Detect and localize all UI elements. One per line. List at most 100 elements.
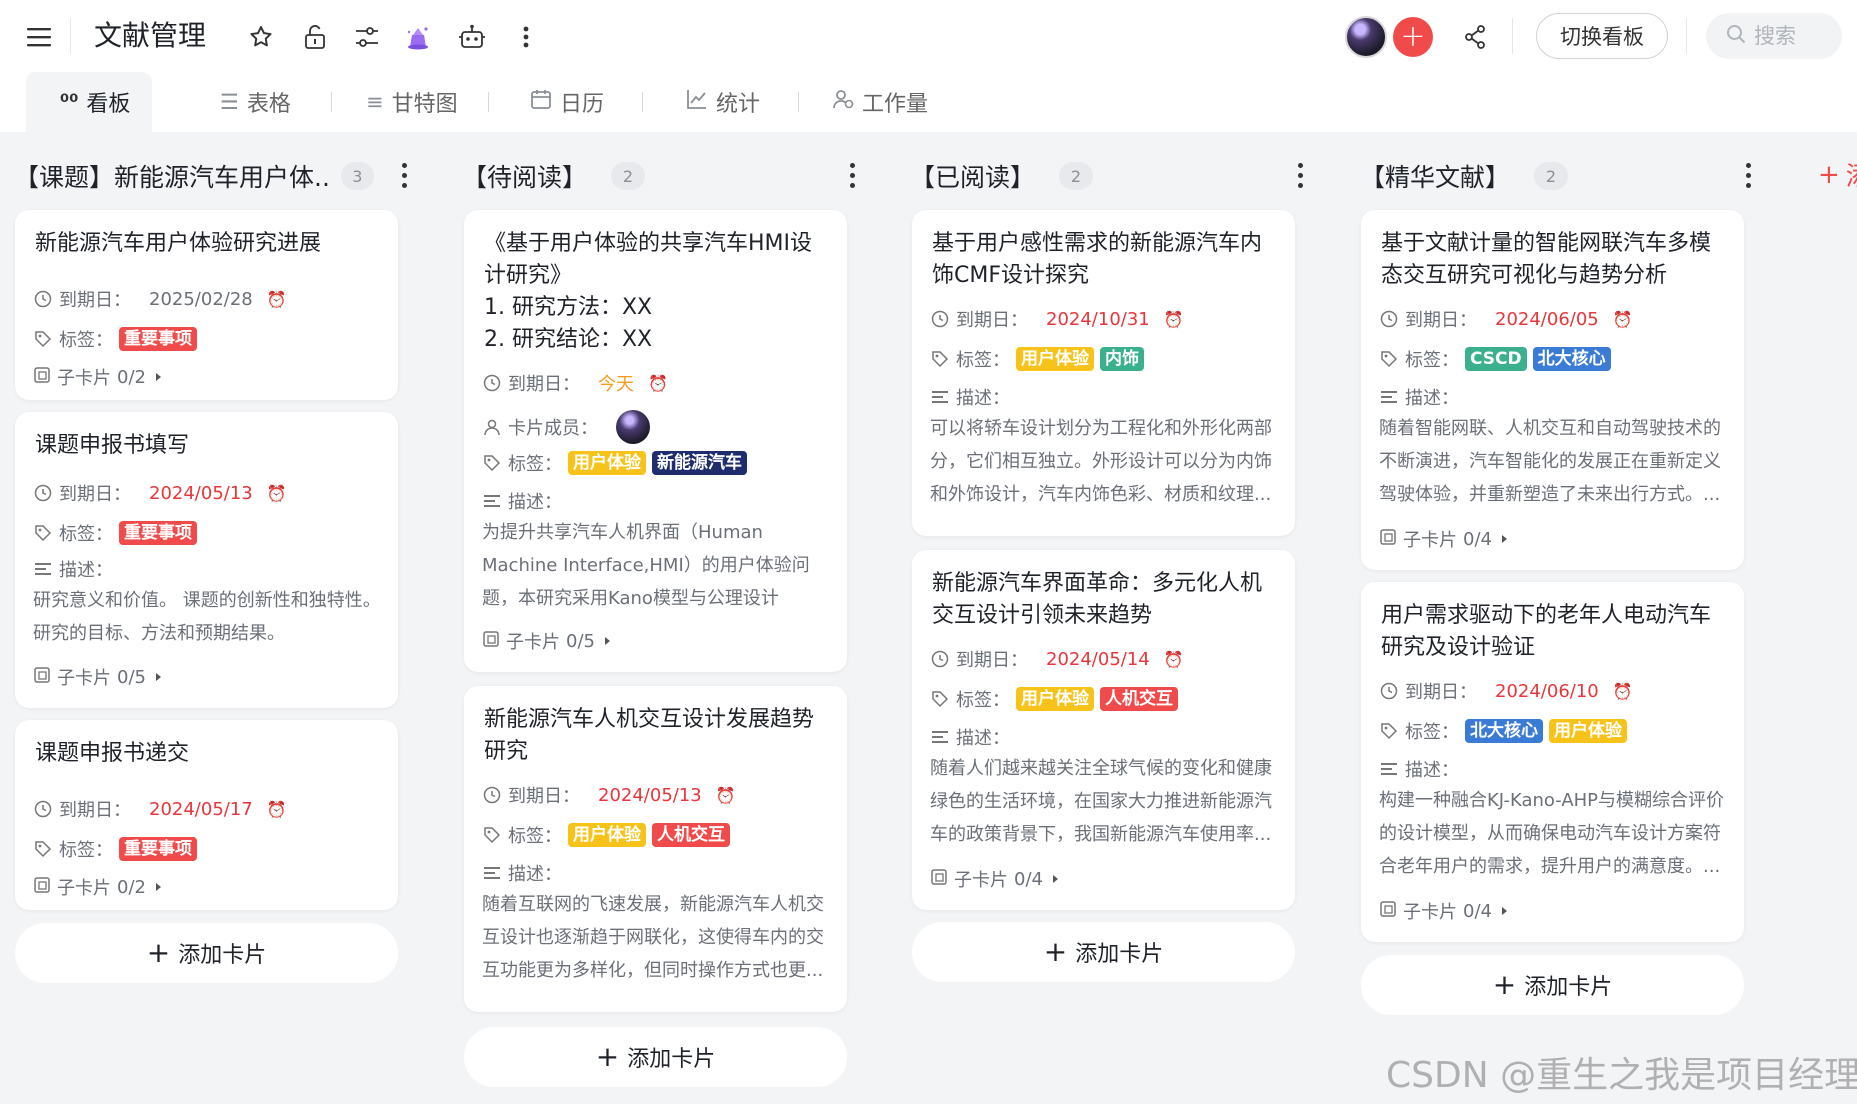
column-menu-button[interactable]: [1290, 160, 1310, 190]
more-vertical-icon[interactable]: [514, 22, 538, 52]
subcard-row[interactable]: 子卡片 0/5: [482, 628, 610, 654]
desc-label: 描述：: [508, 492, 562, 513]
clock-icon: [1379, 681, 1399, 701]
subcard-row[interactable]: 子卡片 0/2: [33, 874, 161, 900]
tag-badge: 重要事项: [119, 521, 197, 545]
add-member-button[interactable]: +: [1393, 17, 1433, 57]
column-menu-button[interactable]: [842, 160, 862, 190]
card-title: 新能源汽车人机交互设计发展趋势研究: [484, 707, 815, 764]
alarm-icon[interactable]: ⏰: [267, 290, 287, 309]
due-row: 到期日： 2024/06/05 ⏰: [1379, 306, 1730, 332]
desc-label: 描述：: [1405, 760, 1459, 781]
member-avatar[interactable]: [616, 410, 650, 444]
due-date[interactable]: 2024/06/05: [1495, 309, 1599, 330]
tab-table[interactable]: ☰ 表格: [220, 72, 291, 132]
tab-statistics[interactable]: 统计: [686, 72, 760, 132]
tag-icon: [33, 329, 53, 349]
add-card-button[interactable]: + 添加卡片: [1361, 955, 1744, 1015]
tags-row: 标签： 北大核心 用户体验: [1379, 718, 1730, 744]
tab-workload[interactable]: 工作量: [832, 72, 928, 132]
column-header[interactable]: 【精华文献】 2: [1360, 156, 1600, 196]
alarm-icon[interactable]: ⏰: [267, 800, 287, 819]
switch-board-button[interactable]: 切换看板: [1536, 13, 1668, 59]
tag-badge: 用户体验: [568, 451, 646, 475]
column-menu-button[interactable]: [394, 160, 414, 190]
clock-icon: [33, 483, 53, 503]
add-card-button[interactable]: + 添加卡片: [464, 1027, 847, 1087]
star-icon[interactable]: [246, 22, 276, 52]
tab-label: 日历: [560, 92, 605, 117]
desc-row: 描述：: [1379, 384, 1730, 410]
tag-icon: [33, 523, 53, 543]
sliders-icon[interactable]: [352, 22, 382, 52]
due-date[interactable]: 2024/05/17: [149, 799, 253, 820]
tab-calendar[interactable]: 日历: [530, 72, 604, 132]
due-date[interactable]: 2024/05/14: [1046, 649, 1150, 670]
subcard-icon: [33, 876, 51, 899]
subcard-row[interactable]: 子卡片 0/2: [33, 364, 161, 390]
subcard-row[interactable]: 子卡片 0/4: [930, 866, 1058, 892]
kanban-card[interactable]: 课题申报书填写 到期日： 2024/05/13 ⏰ 标签： 重要事项 描述： 研…: [15, 412, 398, 708]
alarm-icon[interactable]: ⏰: [1164, 650, 1184, 669]
alarm-icon[interactable]: ⏰: [1613, 310, 1633, 329]
kanban-card[interactable]: 基于用户感性需求的新能源汽车内饰CMF设计探究 到期日： 2024/10/31 …: [912, 210, 1295, 536]
clock-icon: [930, 649, 950, 669]
column-header[interactable]: 【待阅读】 2: [462, 156, 702, 196]
robot-icon[interactable]: [457, 22, 487, 52]
share-icon[interactable]: [1460, 22, 1490, 52]
due-date[interactable]: 2024/05/13: [149, 483, 253, 504]
subcard-row[interactable]: 子卡片 0/5: [33, 664, 161, 690]
tag-badge: 用户体验: [1016, 347, 1094, 371]
alarm-icon[interactable]: ⏰: [1613, 682, 1633, 701]
kanban-card[interactable]: 《基于用户体验的共享汽车HMI设计研究》 1. 研究方法：XX 2. 研究结论：…: [464, 210, 847, 672]
alarm-icon[interactable]: ⏰: [716, 786, 736, 805]
due-label: 到期日：: [59, 484, 131, 505]
search-input[interactable]: [1754, 24, 1834, 48]
tab-divider: [798, 92, 799, 112]
column-header[interactable]: 【课题】新能源汽车用户体... 3: [14, 156, 374, 196]
due-date[interactable]: 2025/02/28: [149, 289, 253, 310]
expand-arrow-icon: [155, 883, 161, 891]
tab-divider: [642, 92, 643, 112]
kanban-card[interactable]: 用户需求驱动下的老年人电动汽车研究及设计验证 到期日： 2024/06/10 ⏰…: [1361, 582, 1744, 942]
column-count-badge: 2: [1059, 162, 1094, 190]
tab-kanban[interactable]: ⁰⁰ 看板: [26, 72, 153, 132]
subcard-label: 子卡片: [57, 368, 111, 389]
add-card-button[interactable]: + 添加卡片: [15, 923, 398, 983]
search-box[interactable]: [1706, 13, 1842, 59]
alarm-icon[interactable]: ⏰: [267, 484, 287, 503]
due-row: 到期日： 2024/10/31 ⏰: [930, 306, 1281, 332]
card-title: 《基于用户体验的共享汽车HMI设计研究》: [484, 231, 813, 288]
plus-icon: +: [595, 1040, 620, 1073]
card-description: 随着互联网的飞速发展，新能源汽车人机交互设计也逐渐趋于网联化，这使得车内的交互功…: [482, 894, 824, 981]
kanban-card[interactable]: 新能源汽车人机交互设计发展趋势研究 到期日： 2024/05/13 ⏰ 标签： …: [464, 686, 847, 1012]
column-menu-button[interactable]: [1738, 160, 1758, 190]
kanban-card[interactable]: 新能源汽车界面革命：多元化人机交互设计引领未来趋势 到期日： 2024/05/1…: [912, 550, 1295, 910]
kanban-card[interactable]: 课题申报书递交 到期日： 2024/05/17 ⏰ 标签： 重要事项 子卡片 0…: [15, 720, 398, 910]
tags-label: 标签：: [59, 330, 113, 351]
alarm-icon[interactable]: ⏰: [1164, 310, 1184, 329]
subcard-icon: [482, 630, 500, 653]
card-title: 课题申报书递交: [35, 741, 190, 766]
user-avatar[interactable]: [1345, 16, 1387, 58]
due-label: 到期日：: [59, 800, 131, 821]
kanban-card[interactable]: 新能源汽车用户体验研究进展 到期日： 2025/02/28 ⏰ 标签： 重要事项…: [15, 210, 398, 400]
menu-icon[interactable]: [24, 22, 54, 52]
subcard-icon: [33, 366, 51, 389]
magic-hat-icon[interactable]: [403, 22, 433, 52]
due-date[interactable]: 今天: [598, 370, 634, 396]
kanban-card[interactable]: 基于文献计量的智能网联汽车多模态交互研究可视化与趋势分析 到期日： 2024/0…: [1361, 210, 1744, 570]
add-column-button[interactable]: + 添: [1818, 156, 1857, 193]
due-label: 到期日：: [59, 290, 131, 311]
tab-gantt[interactable]: ≡ 甘特图: [366, 72, 458, 132]
add-card-button[interactable]: + 添加卡片: [912, 922, 1295, 982]
subcard-row[interactable]: 子卡片 0/4: [1379, 526, 1507, 552]
alarm-icon[interactable]: ⏰: [648, 374, 668, 393]
due-date[interactable]: 2024/06/10: [1495, 681, 1599, 702]
due-date[interactable]: 2024/05/13: [598, 785, 702, 806]
subcard-row[interactable]: 子卡片 0/4: [1379, 898, 1507, 924]
tag-icon: [482, 825, 502, 845]
lock-icon[interactable]: [300, 22, 330, 52]
due-date[interactable]: 2024/10/31: [1046, 309, 1150, 330]
column-header[interactable]: 【已阅读】 2: [910, 156, 1150, 196]
